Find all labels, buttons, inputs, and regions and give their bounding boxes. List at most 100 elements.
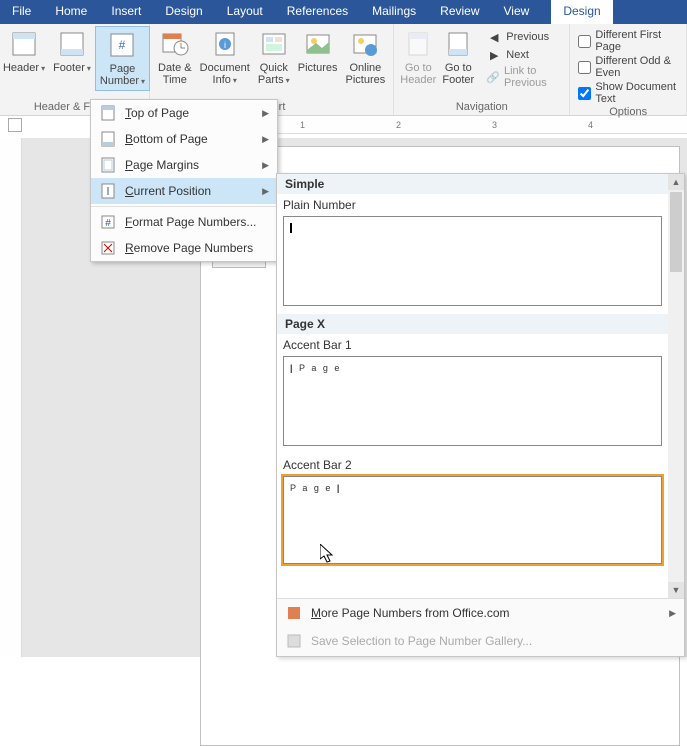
menu-top-of-page[interactable]: Top of Page ▶ (91, 100, 277, 126)
svg-text:i: i (224, 40, 226, 50)
save-selection-button: Save Selection to Page Number Gallery... (277, 627, 684, 655)
office-icon (285, 604, 303, 622)
gallery-item-accent-bar-1[interactable]: Accent Bar 1 | P a g e (277, 334, 668, 446)
goto-header-button[interactable]: Go to Header (398, 26, 438, 88)
page-number-button[interactable]: # Page Number (95, 26, 150, 91)
quick-parts-button[interactable]: Quick Parts (254, 26, 294, 89)
gallery-item-label: Plain Number (277, 194, 668, 214)
format-icon: # (99, 213, 117, 231)
page-number-label: Page Number (100, 63, 145, 88)
gallery-item-label: Accent Bar 1 (277, 334, 668, 354)
header-button[interactable]: Header (0, 26, 49, 91)
document-info-button[interactable]: i Document Info (196, 26, 254, 89)
ruler-mark: 2 (396, 120, 401, 130)
tab-layout[interactable]: Layout (215, 0, 275, 24)
previous-label: Previous (506, 31, 549, 43)
document-info-icon: i (209, 28, 241, 60)
menu-remove-page-numbers[interactable]: Remove Page Numbers (91, 235, 277, 261)
scroll-down-button[interactable]: ▼ (668, 582, 684, 598)
remove-icon (99, 239, 117, 257)
goto-footer-label: Go to Footer (442, 62, 474, 86)
previous-icon: ◀ (486, 29, 502, 45)
menu-current-label: Current Position (125, 184, 211, 198)
group-options: Different First Page Different Odd & Eve… (570, 24, 687, 115)
scroll-track[interactable] (668, 190, 684, 582)
chevron-right-icon: ▶ (262, 160, 269, 171)
date-time-label: Date & Time (158, 62, 192, 86)
more-label: More Page Numbers from Office.com (311, 606, 510, 620)
gallery-scrollbar[interactable]: ▲ ▼ (668, 174, 684, 598)
different-odd-even-label: Different Odd & Even (595, 55, 678, 79)
different-odd-even-checkbox[interactable]: Different Odd & Even (576, 54, 680, 80)
footer-label: Footer (53, 62, 91, 75)
online-pictures-button[interactable]: Online Pictures (342, 26, 390, 89)
gallery-category-pagex: Page X (277, 314, 668, 334)
page-number-menu: Top of Page ▶ Bottom of Page ▶ Page Marg… (90, 99, 278, 262)
vertical-ruler[interactable] (0, 138, 22, 657)
chevron-right-icon: ▶ (262, 134, 269, 145)
next-icon: ▶ (486, 47, 502, 63)
next-label: Next (506, 49, 529, 61)
chevron-right-icon: ▶ (262, 108, 269, 119)
gallery-item-label: Accent Bar 2 (277, 454, 668, 474)
goto-header-label: Go to Header (400, 62, 436, 86)
page-top-icon (99, 104, 117, 122)
tab-file[interactable]: File (0, 0, 43, 24)
date-time-button[interactable]: Date & Time (154, 26, 196, 89)
pictures-icon (302, 28, 334, 60)
quick-parts-label: Quick Parts (258, 62, 290, 87)
gallery-preview: | P a g e (283, 356, 662, 446)
more-page-numbers-button[interactable]: More Page Numbers from Office.com ▶ (277, 599, 684, 627)
svg-text:#: # (105, 218, 111, 229)
tab-strip: File Home Insert Design Layout Reference… (0, 0, 687, 24)
goto-footer-icon (442, 28, 474, 60)
menu-separator (91, 206, 277, 207)
scroll-up-button[interactable]: ▲ (668, 174, 684, 190)
goto-header-icon (402, 28, 434, 60)
chevron-right-icon: ▶ (669, 608, 676, 619)
footer-button[interactable]: Footer (49, 26, 95, 91)
tab-references[interactable]: References (275, 0, 360, 24)
tab-mailings[interactable]: Mailings (360, 0, 428, 24)
document-info-label: Document Info (200, 62, 250, 87)
tab-insert[interactable]: Insert (99, 0, 153, 24)
menu-bottom-label: Bottom of Page (125, 132, 208, 146)
menu-remove-label: Remove Page Numbers (125, 241, 253, 255)
current-position-icon (99, 182, 117, 200)
tab-view[interactable]: View (492, 0, 542, 24)
tab-selector[interactable] (8, 118, 22, 132)
menu-bottom-of-page[interactable]: Bottom of Page ▶ (91, 126, 277, 152)
page-bottom-icon (99, 130, 117, 148)
ruler-mark: 4 (588, 120, 593, 130)
ruler-mark: 3 (492, 120, 497, 130)
tab-design[interactable]: Design (153, 0, 214, 24)
header-icon (8, 28, 40, 60)
tab-home[interactable]: Home (43, 0, 99, 24)
tab-review[interactable]: Review (428, 0, 491, 24)
menu-page-margins[interactable]: Page Margins ▶ (91, 152, 277, 178)
scroll-thumb[interactable] (670, 192, 682, 272)
gallery-body: Simple Plain Number Page X Accent Bar 1 … (277, 174, 668, 598)
chevron-right-icon: ▶ (262, 186, 269, 197)
save-selection-label: Save Selection to Page Number Gallery... (311, 634, 532, 648)
tab-context-design[interactable]: Design (551, 0, 612, 24)
page-number-gallery: Simple Plain Number Page X Accent Bar 1 … (276, 173, 685, 657)
previous-button[interactable]: ◀ Previous (482, 28, 561, 46)
gallery-item-accent-bar-2[interactable]: Accent Bar 2 P a g e | (277, 454, 668, 564)
show-document-text-checkbox[interactable]: Show Document Text (576, 80, 680, 106)
link-to-previous-button[interactable]: 🔗Link to Previous (482, 64, 561, 90)
save-icon (285, 632, 303, 650)
pictures-button[interactable]: Pictures (294, 26, 342, 89)
menu-top-label: Top of Page (125, 106, 189, 120)
svg-text:#: # (119, 38, 126, 52)
menu-format-page-numbers[interactable]: # Format Page Numbers... (91, 209, 277, 235)
page-number-icon: # (106, 29, 138, 61)
gallery-item-plain-number[interactable]: Plain Number (277, 194, 668, 306)
link-to-previous-label: Link to Previous (504, 65, 557, 89)
next-button[interactable]: ▶ Next (482, 46, 561, 64)
different-first-page-checkbox[interactable]: Different First Page (576, 28, 680, 54)
menu-current-position[interactable]: Current Position ▶ (91, 178, 277, 204)
ruler-mark: 1 (300, 120, 305, 130)
goto-footer-button[interactable]: Go to Footer (438, 26, 478, 88)
footer-icon (56, 28, 88, 60)
